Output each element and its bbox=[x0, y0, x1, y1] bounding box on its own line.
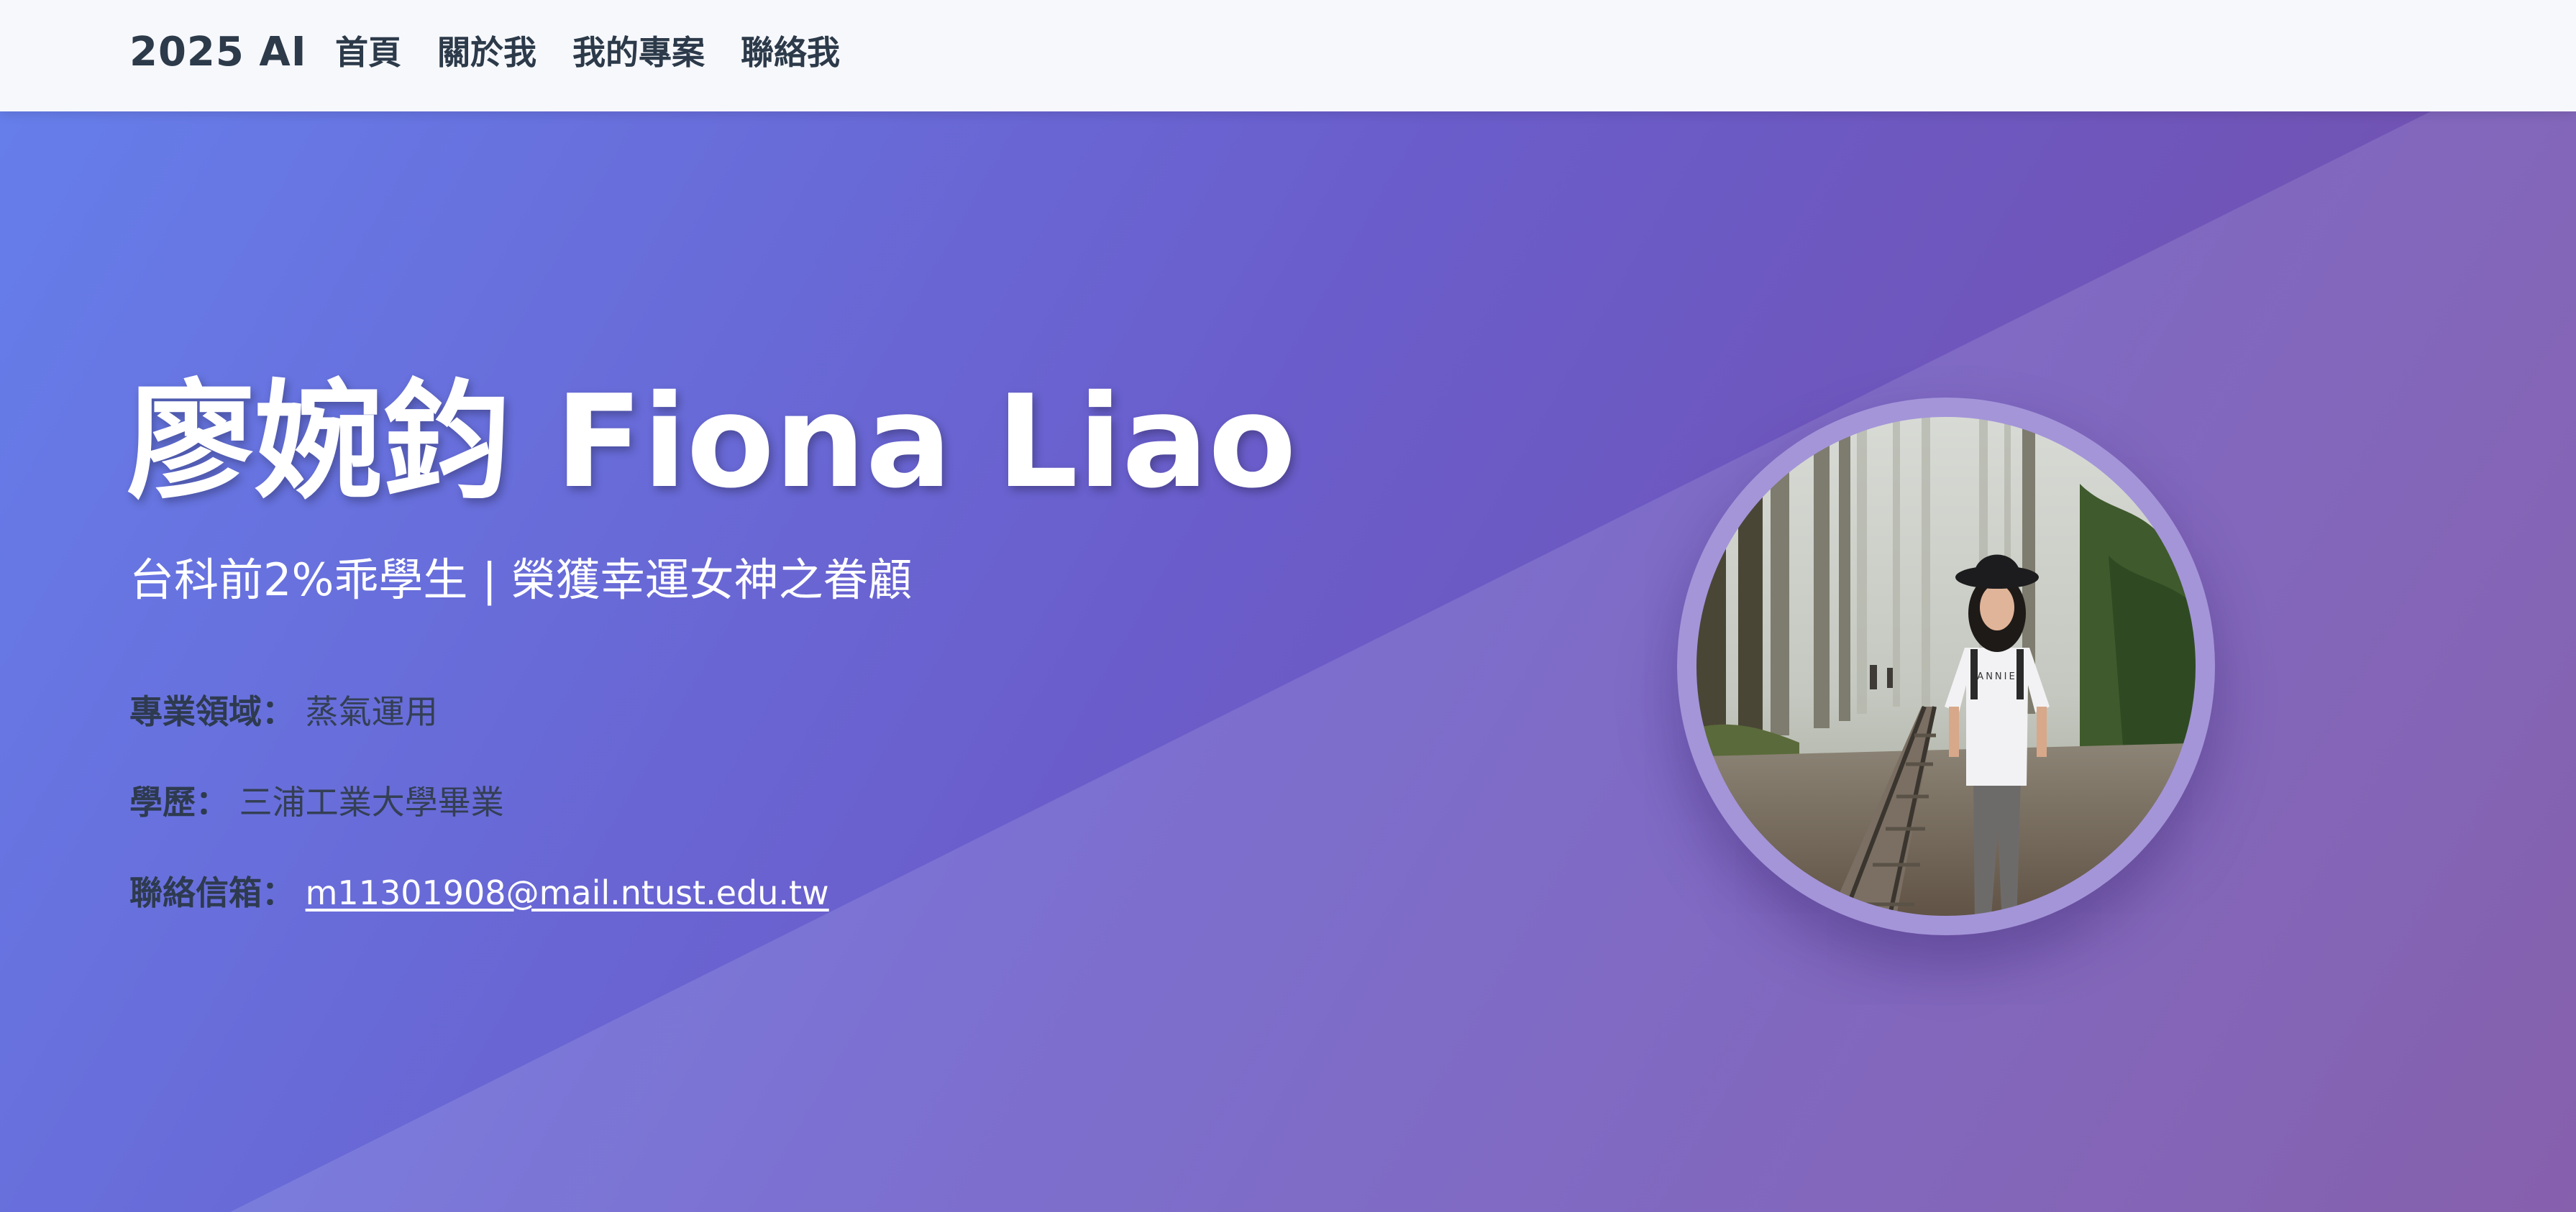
profile-photo: ANNIE bbox=[1677, 398, 2215, 935]
email-label: 聯絡信箱： bbox=[129, 873, 295, 912]
field-value: 蒸氣運用 bbox=[305, 692, 438, 731]
info-education-row: 學歷： 三浦工業大學畢業 bbox=[129, 781, 504, 824]
nav-link-contact[interactable]: 聯絡我 bbox=[741, 27, 840, 78]
shirt-print: ANNIE bbox=[1977, 671, 2017, 682]
education-label: 學歷： bbox=[129, 783, 229, 822]
info-field-row: 專業領域： 蒸氣運用 bbox=[129, 690, 438, 733]
email-link[interactable]: m11301908@mail.ntust.edu.tw bbox=[306, 873, 829, 912]
navbar: 2025 AI 首頁 關於我 我的專案 聯絡我 bbox=[0, 0, 2576, 111]
education-value: 三浦工業大學畢業 bbox=[239, 783, 504, 822]
info-email-row: 聯絡信箱： m11301908@mail.ntust.edu.tw bbox=[129, 871, 829, 914]
hero-subtitle: 台科前2%乖學生 | 榮獲幸運女神之眷顧 bbox=[129, 554, 913, 606]
brand-logo[interactable]: 2025 AI bbox=[129, 27, 307, 78]
page: 2025 AI 首頁 關於我 我的專案 聯絡我 廖婉鈞 Fiona Liao 台… bbox=[0, 0, 2576, 1212]
nav-link-home[interactable]: 首頁 bbox=[335, 27, 401, 78]
nav-link-projects[interactable]: 我的專案 bbox=[572, 27, 705, 78]
hero-title: 廖婉鈞 Fiona Liao bbox=[127, 367, 1297, 516]
field-label: 專業領域： bbox=[129, 692, 295, 731]
nav-links: 首頁 關於我 我的專案 聯絡我 bbox=[335, 27, 840, 78]
nav-link-about[interactable]: 關於我 bbox=[437, 27, 536, 78]
hero-section: 廖婉鈞 Fiona Liao 台科前2%乖學生 | 榮獲幸運女神之眷顧 專業領域… bbox=[0, 111, 2576, 1212]
profile-photo-illustration: ANNIE bbox=[1684, 404, 2209, 929]
